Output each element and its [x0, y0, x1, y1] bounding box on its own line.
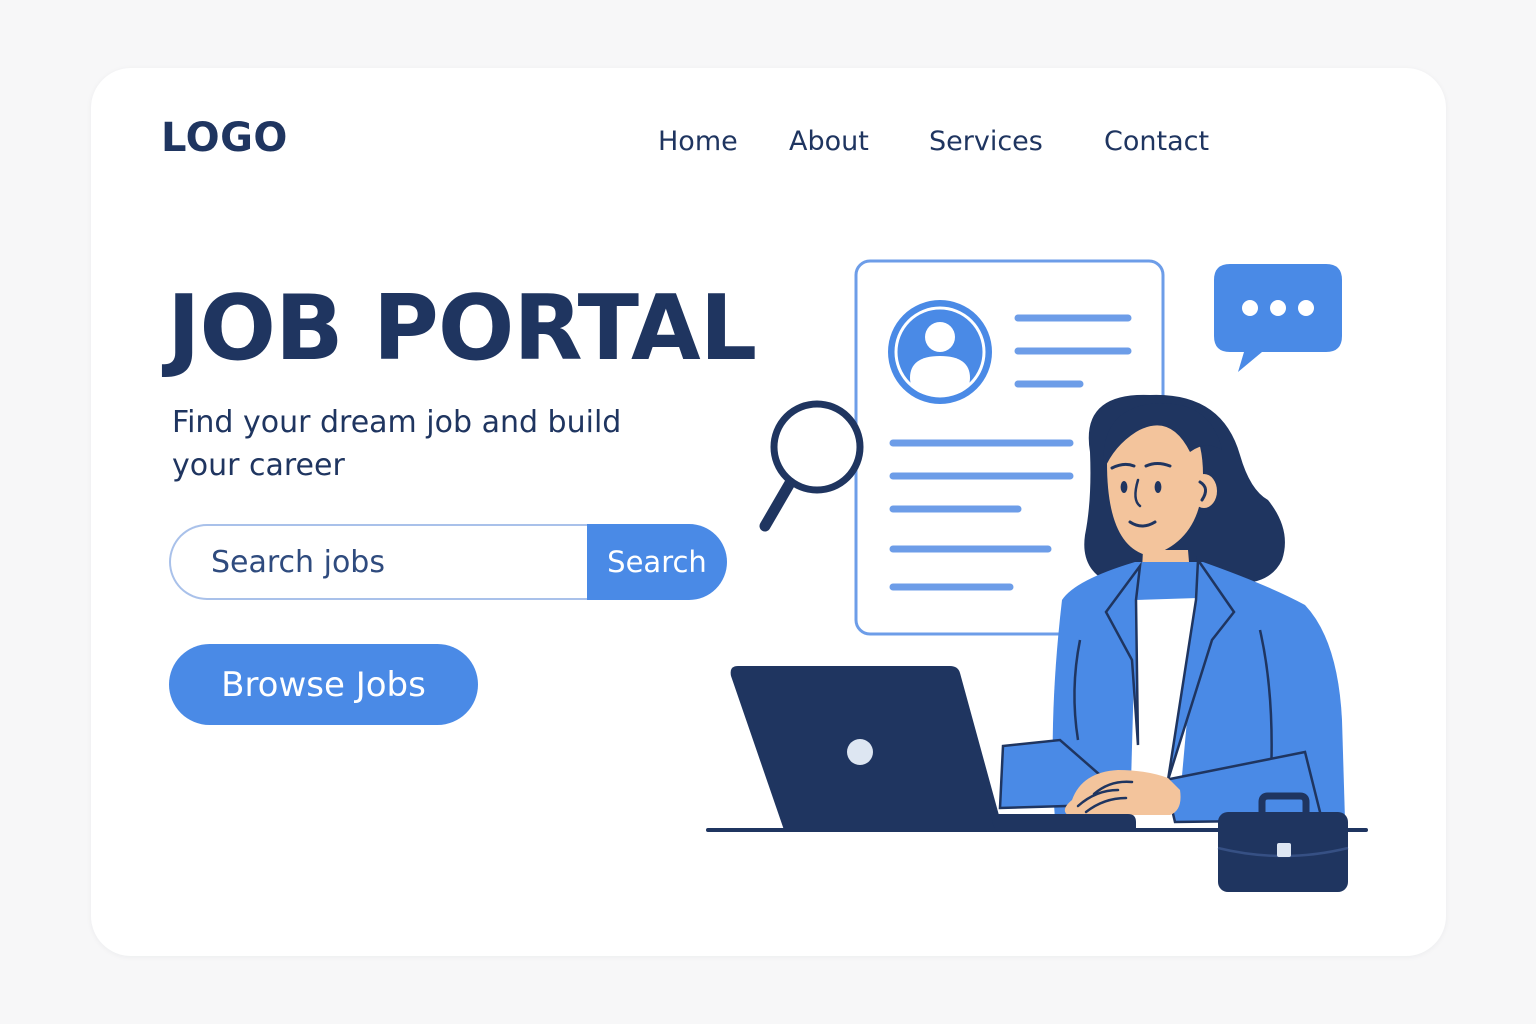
- hero-illustration: [706, 259, 1368, 892]
- user-avatar-icon: [888, 300, 992, 404]
- magnifier-icon: [759, 400, 864, 532]
- chat-bubble-icon: [1214, 264, 1342, 372]
